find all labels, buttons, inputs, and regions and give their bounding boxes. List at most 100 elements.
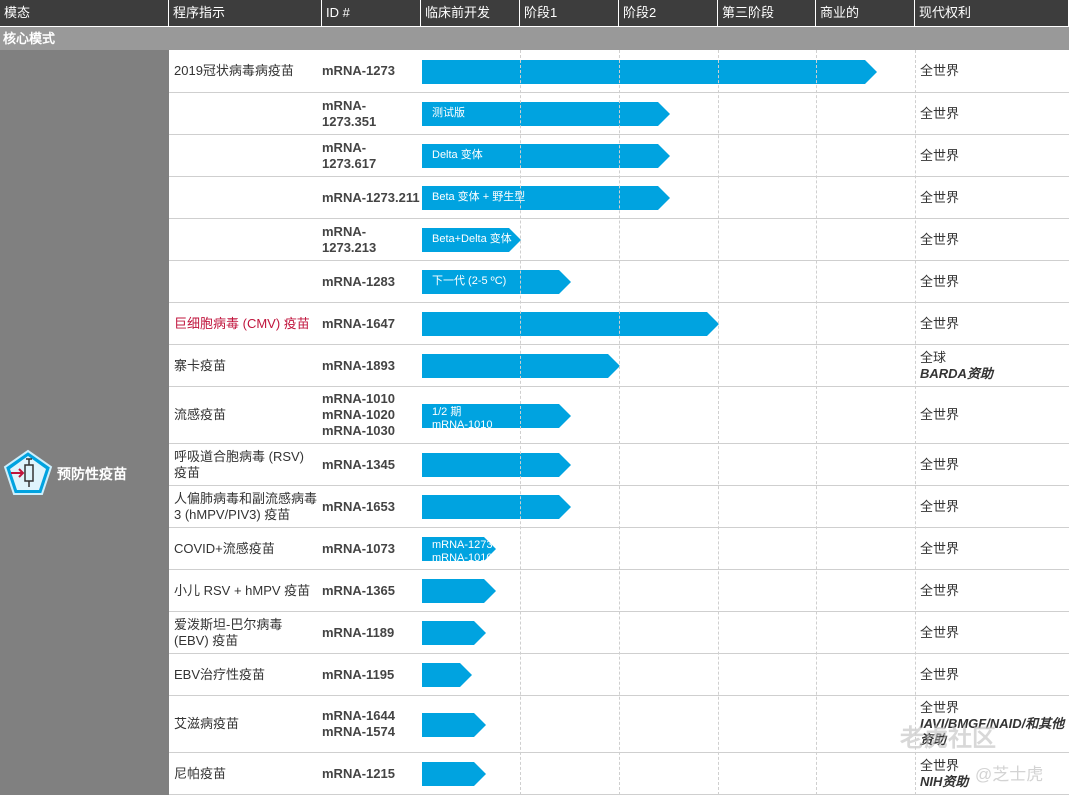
program-name: 流感疫苗 — [174, 407, 227, 422]
program-id: mRNA-1273.213 — [322, 223, 377, 255]
header-cell: ID # — [322, 0, 421, 26]
vaccine-syringe-icon — [3, 449, 53, 502]
progress-bar — [422, 495, 571, 519]
header-cell: 阶段1 — [520, 0, 619, 26]
rights-cell: 全世界 — [920, 50, 1069, 92]
program-ids: mRNA-1647 — [322, 303, 420, 344]
program-id: mRNA-1030 — [322, 423, 395, 438]
program-name: 2019冠状病毒病疫苗 — [174, 63, 294, 78]
progress-bar-label: Beta+Delta 变体 — [432, 233, 512, 245]
rights-cell: 全世界 — [920, 219, 1069, 260]
rights-scope: 全世界 — [920, 147, 960, 163]
program-name: 尼帕疫苗 — [174, 765, 227, 781]
rights-scope: 全世界 — [920, 498, 960, 514]
rights-scope: 全世界 — [920, 407, 960, 422]
progress-bar-label: Delta 变体 — [432, 149, 483, 161]
header-cell: 阶段2 — [619, 0, 718, 26]
section-title: 核心模式 — [3, 31, 56, 46]
program-name: 爱泼斯坦-巴尔病毒 (EBV) 疫苗 — [174, 616, 283, 648]
program-id: mRNA-1273 — [322, 63, 395, 78]
stage-gridline — [520, 50, 521, 795]
progress-bar-label: 下一代 (2-5 ºC) — [432, 275, 507, 287]
program-ids: mRNA-1644 mRNA-1574 — [322, 696, 420, 752]
progress-bar: Delta 变体 — [422, 144, 670, 168]
program-id: mRNA-1215 — [322, 765, 395, 781]
program-id: mRNA-1647 — [322, 315, 395, 331]
rights-scope: 全世界 — [920, 700, 960, 715]
watermark-sub: @芝士虎 — [975, 765, 1044, 784]
rights-cell: 全世界 — [920, 570, 1069, 611]
rights-cell: 全世界 — [920, 444, 1069, 485]
program-ids: mRNA-1273.351 — [322, 93, 420, 134]
program-name: 寨卡疫苗 — [174, 357, 227, 373]
program-id: mRNA-1893 — [322, 357, 395, 373]
program-ids: mRNA-1189 — [322, 612, 420, 653]
progress-bar-label: mRNA-1273 mRNA-1010 — [432, 539, 493, 561]
header-cell: 模态 — [0, 0, 169, 26]
progress-bar — [422, 579, 496, 603]
program-id: mRNA-1273.211 — [322, 189, 420, 205]
program-ids: mRNA-1073 — [322, 528, 420, 569]
progress-bar: 1/2 期 mRNA-1010 — [422, 404, 571, 428]
header-cell: 商业的 — [816, 0, 915, 26]
progress-bar: 下一代 (2-5 ºC) — [422, 270, 571, 294]
program-id: mRNA-1195 — [322, 666, 395, 682]
program-id: mRNA-1283 — [322, 273, 395, 289]
program-id: mRNA-1574 — [322, 724, 395, 739]
rights-scope: 全世界 — [920, 105, 960, 121]
section-header: 核心模式 — [0, 26, 1069, 50]
progress-bar — [422, 663, 472, 687]
program-name: 呼吸道合胞病毒 (RSV) 疫苗 — [174, 448, 305, 480]
rights-cell: 全世界 — [920, 486, 1069, 527]
header-cell: 程序指示 — [169, 0, 322, 26]
program-ids: mRNA-1273.211 — [322, 177, 420, 218]
header-cell: 第三阶段 — [718, 0, 816, 26]
program-id: mRNA-1653 — [322, 498, 395, 514]
program-ids: mRNA-1010 mRNA-1020 mRNA-1030 — [322, 387, 420, 443]
rights-scope: 全球 — [920, 349, 947, 365]
program-id: mRNA-1365 — [322, 582, 395, 598]
modality-label: 预防性疫苗 — [57, 466, 127, 482]
rights-scope: 全世界 — [920, 456, 960, 472]
rights-scope: 全世界 — [920, 666, 960, 682]
progress-bar — [422, 354, 620, 378]
program-id: mRNA-1189 — [322, 624, 395, 640]
program-id: mRNA-1273.351 — [322, 97, 377, 129]
rights-cell: 全世界 — [920, 261, 1069, 302]
program-ids: mRNA-1215 — [322, 753, 420, 794]
rights-cell: 全世界 — [920, 135, 1069, 176]
program-ids: mRNA-1273.617 — [322, 135, 420, 176]
rights-scope: 全世界 — [920, 624, 960, 640]
header-cell: 临床前开发 — [421, 0, 520, 26]
program-ids: mRNA-1893 — [322, 345, 420, 386]
header-cell: 现代权利 — [915, 0, 1069, 26]
program-id: mRNA-1020 — [322, 407, 395, 422]
program-ids: mRNA-1365 — [322, 570, 420, 611]
program-ids: mRNA-1273.213 — [322, 219, 420, 260]
program-id: mRNA-1644 — [322, 708, 395, 723]
program-ids: mRNA-1345 — [322, 444, 420, 485]
rights-scope: 全世界 — [920, 273, 960, 289]
stage-gridline — [915, 50, 916, 795]
progress-bar-label: Beta 变体 + 野生型 — [432, 191, 526, 203]
progress-bar — [422, 453, 571, 477]
program-name — [174, 93, 320, 134]
program-ids: mRNA-1283 — [322, 261, 420, 302]
program-name — [174, 219, 320, 260]
modality-column: 预防性疫苗 — [0, 50, 169, 795]
program-name: 艾滋病疫苗 — [174, 716, 240, 731]
program-name — [174, 177, 320, 218]
progress-bar-label: 测试版 — [432, 107, 465, 119]
program-name: 巨细胞病毒 (CMV) 疫苗 — [174, 315, 310, 331]
progress-bar: 测试版 — [422, 102, 670, 126]
program-id: mRNA-1073 — [322, 540, 395, 556]
progress-bar — [422, 713, 486, 737]
progress-bar — [422, 60, 877, 84]
stage-gridline — [619, 50, 620, 795]
rights-cell: 全世界 — [920, 93, 1069, 134]
rights-cell: 全球 BARDA资助 — [920, 345, 1069, 386]
rights-scope: 全世界 — [920, 540, 960, 556]
rights-scope: 全世界 — [920, 63, 960, 78]
rights-scope: 全世界 — [920, 231, 960, 247]
rights-cell: 全世界 — [920, 303, 1069, 344]
